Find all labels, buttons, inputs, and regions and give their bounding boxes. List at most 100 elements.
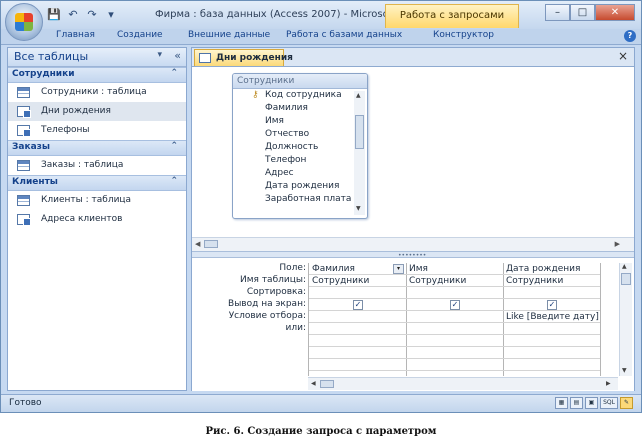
field-list-employees[interactable]: Сотрудники ⚷ Код сотрудника Фамилия Имя … bbox=[232, 73, 368, 219]
grid-vscrollbar[interactable]: ▲ ▼ bbox=[619, 263, 632, 376]
or-cell[interactable] bbox=[503, 323, 600, 335]
tab-external-data[interactable]: Внешние данные bbox=[188, 30, 270, 40]
pane-splitter[interactable]: •••••••• bbox=[192, 251, 634, 259]
nav-group-orders[interactable]: Заказы ⌃ bbox=[8, 140, 186, 156]
nav-item-label: Телефоны bbox=[41, 125, 90, 135]
empty-cell[interactable] bbox=[406, 359, 503, 371]
field-cell-value: Фамилия bbox=[312, 264, 355, 274]
field-list-scrollbar[interactable]: ▲ ▼ bbox=[354, 91, 365, 215]
table-cell[interactable]: Сотрудники bbox=[503, 275, 600, 287]
scroll-thumb[interactable] bbox=[621, 273, 631, 285]
empty-cell[interactable] bbox=[406, 347, 503, 359]
grid-columns: Фамилия ▾ Сотрудники ✓ Имя Сотрудники ✓ … bbox=[308, 263, 629, 376]
field-list-item[interactable]: Код сотрудника bbox=[265, 90, 342, 100]
scroll-right-icon[interactable]: ▶ bbox=[615, 240, 620, 248]
grid-hscrollbar[interactable]: ◀ ▶ bbox=[308, 377, 618, 390]
document-tab-birthdays[interactable]: Дни рождения bbox=[194, 49, 293, 66]
field-list-item[interactable]: Телефон bbox=[265, 155, 306, 165]
empty-cell[interactable] bbox=[503, 359, 600, 371]
show-checkbox[interactable]: ✓ bbox=[353, 300, 363, 310]
tab-database-tools[interactable]: Работа с базами данных bbox=[286, 30, 402, 40]
field-cell[interactable]: Фамилия ▾ bbox=[309, 263, 406, 275]
scroll-up-icon[interactable]: ▲ bbox=[622, 263, 627, 270]
scroll-left-icon[interactable]: ◀ bbox=[195, 240, 200, 248]
scroll-down-icon[interactable]: ▼ bbox=[356, 205, 361, 212]
nav-group-employees[interactable]: Сотрудники ⌃ bbox=[8, 67, 186, 83]
table-cell[interactable]: Сотрудники bbox=[406, 275, 503, 287]
nav-item-clients-table[interactable]: Клиенты : таблица bbox=[8, 191, 186, 210]
customize-qat-icon[interactable]: ▾ bbox=[104, 8, 118, 22]
nav-group-label: Заказы bbox=[12, 142, 51, 152]
close-button[interactable]: ✕ bbox=[595, 4, 635, 21]
office-logo-icon bbox=[15, 13, 33, 31]
minimize-button[interactable]: – bbox=[545, 4, 570, 21]
field-cell[interactable]: Имя bbox=[406, 263, 503, 275]
field-list-item[interactable]: Фамилия bbox=[265, 103, 308, 113]
datasheet-view-icon[interactable]: ▦ bbox=[555, 397, 568, 409]
nav-collapse-icon[interactable]: « bbox=[174, 49, 181, 62]
show-checkbox[interactable]: ✓ bbox=[450, 300, 460, 310]
field-cell[interactable]: Дата рождения bbox=[503, 263, 600, 275]
undo-icon[interactable]: ↶ bbox=[66, 8, 80, 22]
design-view-icon[interactable]: ✎ bbox=[620, 397, 633, 409]
scroll-thumb[interactable] bbox=[355, 115, 364, 149]
or-cell[interactable] bbox=[406, 323, 503, 335]
table-icon bbox=[17, 87, 30, 98]
sort-cell[interactable] bbox=[406, 287, 503, 299]
criteria-cell[interactable] bbox=[309, 311, 406, 323]
nav-item-client-addresses-query[interactable]: Адреса клиентов bbox=[8, 210, 186, 229]
sort-cell[interactable] bbox=[309, 287, 406, 299]
empty-cell[interactable] bbox=[503, 335, 600, 347]
empty-cell[interactable] bbox=[503, 347, 600, 359]
pivot-table-view-icon[interactable]: ▤ bbox=[570, 397, 583, 409]
sort-cell[interactable] bbox=[503, 287, 600, 299]
nav-item-phones-query[interactable]: Телефоны bbox=[8, 121, 186, 140]
empty-cell[interactable] bbox=[309, 359, 406, 371]
field-list-item[interactable]: Адрес bbox=[265, 168, 294, 178]
sql-view-icon[interactable]: SQL bbox=[600, 397, 618, 409]
office-button[interactable] bbox=[5, 3, 43, 41]
nav-group-clients[interactable]: Клиенты ⌃ bbox=[8, 175, 186, 191]
chevron-down-icon[interactable]: ▾ bbox=[393, 264, 404, 274]
row-label-criteria: Условие отбора: bbox=[228, 311, 306, 321]
table-pane-hscrollbar[interactable]: ◀ ▶ bbox=[192, 237, 634, 251]
nav-header[interactable]: Все таблицы ▾ « bbox=[8, 48, 186, 67]
scroll-thumb[interactable] bbox=[320, 380, 334, 388]
field-list-item[interactable]: Должность bbox=[265, 142, 318, 152]
scroll-thumb[interactable] bbox=[204, 240, 218, 248]
or-cell[interactable] bbox=[309, 323, 406, 335]
help-icon[interactable]: ? bbox=[624, 30, 636, 42]
field-list-item[interactable]: Дата рождения bbox=[265, 181, 339, 191]
table-cell[interactable]: Сотрудники bbox=[309, 275, 406, 287]
scroll-down-icon[interactable]: ▼ bbox=[622, 367, 627, 374]
scroll-left-icon[interactable]: ◀ bbox=[311, 380, 316, 387]
row-label-sort: Сортировка: bbox=[246, 287, 306, 297]
nav-item-employees-table[interactable]: Сотрудники : таблица bbox=[8, 83, 186, 102]
empty-cell[interactable] bbox=[406, 335, 503, 347]
access-window: 💾 ↶ ↷ ▾ Фирма : база данных (Access 2007… bbox=[0, 0, 642, 413]
scroll-up-icon[interactable]: ▲ bbox=[356, 92, 361, 99]
empty-cell[interactable] bbox=[309, 347, 406, 359]
field-list-item[interactable]: Имя bbox=[265, 116, 284, 126]
nav-item-birthdays-query[interactable]: Дни рождения bbox=[8, 102, 186, 121]
grid-column-surname: Фамилия ▾ Сотрудники ✓ bbox=[309, 263, 407, 376]
redo-icon[interactable]: ↷ bbox=[85, 8, 99, 22]
tab-design[interactable]: Конструктор bbox=[433, 30, 494, 40]
criteria-cell[interactable] bbox=[406, 311, 503, 323]
nav-item-orders-table[interactable]: Заказы : таблица bbox=[8, 156, 186, 175]
field-list-item[interactable]: Отчество bbox=[265, 129, 309, 139]
show-checkbox[interactable]: ✓ bbox=[547, 300, 557, 310]
tab-home[interactable]: Главная bbox=[56, 30, 95, 40]
maximize-button[interactable]: □ bbox=[570, 4, 595, 21]
scroll-right-icon[interactable]: ▶ bbox=[606, 380, 611, 387]
empty-cell[interactable] bbox=[309, 335, 406, 347]
tab-create[interactable]: Создание bbox=[117, 30, 163, 40]
field-list-title[interactable]: Сотрудники bbox=[233, 74, 367, 89]
pivot-chart-view-icon[interactable]: ▣ bbox=[585, 397, 598, 409]
grid-column-birthdate: Дата рождения Сотрудники ✓ Like [Введите… bbox=[503, 263, 601, 376]
close-document-icon[interactable]: × bbox=[618, 49, 628, 63]
save-icon[interactable]: 💾 bbox=[47, 8, 61, 22]
criteria-cell[interactable]: Like [Введите дату] bbox=[503, 311, 600, 323]
nav-dropdown-icon[interactable]: ▾ bbox=[157, 50, 162, 60]
field-list-item[interactable]: Заработная плата bbox=[265, 194, 351, 204]
